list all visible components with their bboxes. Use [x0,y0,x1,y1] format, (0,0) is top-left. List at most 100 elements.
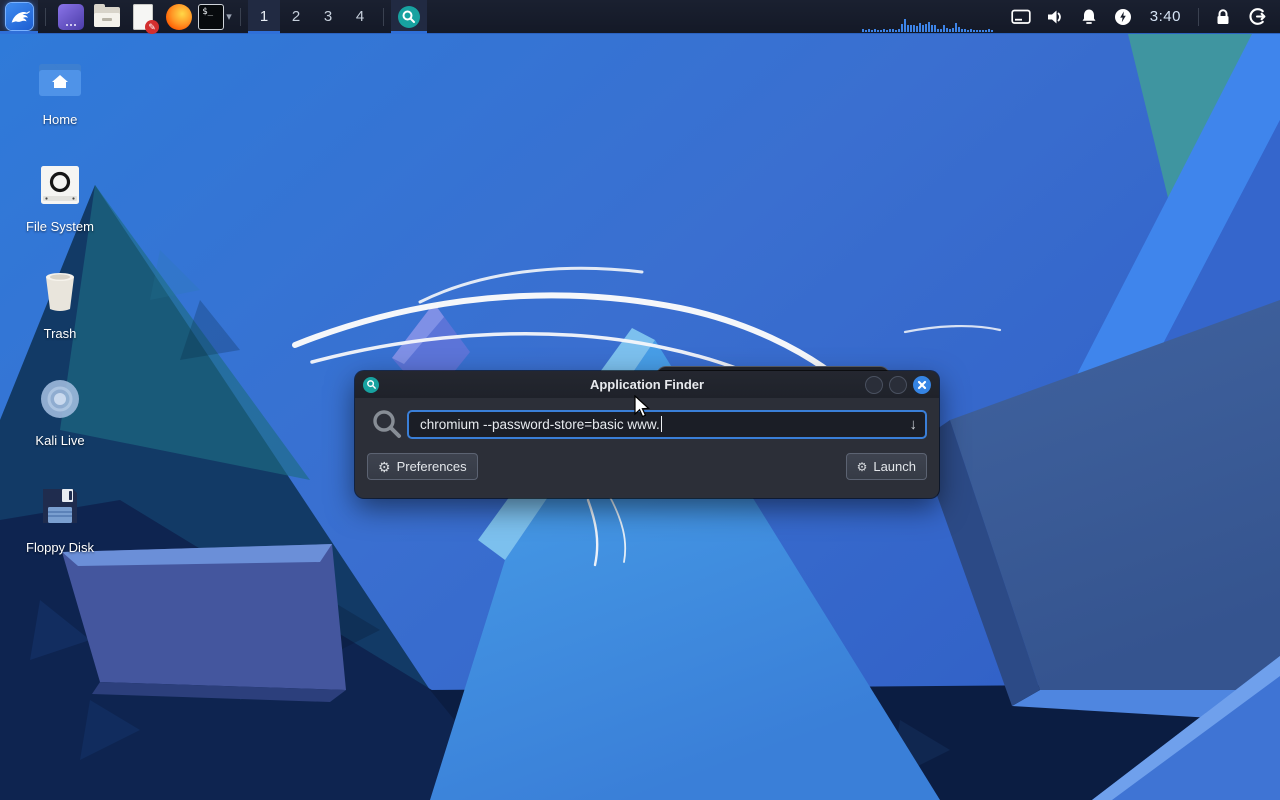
window-title: Application Finder [589,377,705,392]
cpu-graph-bar [903,19,906,32]
text-editor-icon: ✎ [133,3,159,34]
launcher-file-manager[interactable] [89,0,125,33]
cpu-graph-bar [990,30,993,32]
close-button[interactable] [913,375,931,394]
panel-separator [240,7,241,26]
optical-disc-icon [39,373,81,425]
cpu-graph-bar [897,29,900,32]
desktop-icon-label: Trash [43,326,77,341]
trash-can-icon [40,266,80,318]
workspace-2-button[interactable]: 2 [280,0,312,33]
notifications-tray-icon[interactable] [1072,0,1106,33]
cpu-graph-bar [969,29,972,32]
cpu-graph-bar [933,25,936,32]
cpu-graph-bar [939,28,942,32]
cpu-graph-bar [888,29,891,32]
appfinder-taskbar-button[interactable] [391,0,427,34]
logout-icon[interactable] [1240,0,1274,33]
cpu-graph-bar [966,29,969,32]
search-input-value: chromium --password-store=basic www. [420,416,660,432]
dropdown-arrow-icon[interactable]: ↓ [910,416,918,433]
desktop-icon-floppy-disk[interactable]: Floppy Disk [12,480,108,580]
mouse-cursor [634,395,650,418]
launcher-app-window[interactable] [53,0,89,33]
terminal-icon: $_ [198,3,225,30]
workspace-3-button[interactable]: 3 [312,0,344,33]
desktop-icon-label: File System [26,219,94,234]
cpu-graph-bar [915,26,918,32]
cpu-graph-bar [861,29,864,32]
desktop-root: ✎ $_ ▾ 1 2 3 4 3:40 Home File System Tra… [0,0,1280,800]
cpu-graph-bar [891,28,894,32]
cpu-graph-bar [909,25,912,32]
launcher-terminal[interactable]: $_ ▾ [197,0,233,33]
cpu-graph-bar [975,29,978,32]
preferences-button[interactable]: ⚙ Preferences [367,453,478,480]
home-folder-icon [37,52,83,104]
cpu-graph-bar [960,28,963,32]
launcher-text-editor[interactable]: ✎ [125,0,161,34]
volume-tray-icon[interactable] [1038,0,1072,33]
cpu-graph-bar [981,29,984,32]
cpu-graph-bar [885,29,888,32]
close-icon [917,380,927,389]
gear-icon: ⚙ [378,458,391,475]
finder-titlebar[interactable]: Application Finder [355,371,939,398]
cpu-graph-bar [918,23,921,32]
panel-separator [45,7,46,26]
desktop-icon-home[interactable]: Home [12,52,108,152]
minimize-button[interactable] [865,375,883,394]
cpu-graph-bar [972,29,975,32]
firefox-icon [166,3,192,30]
kali-menu-button[interactable] [0,0,38,34]
text-caret [660,416,662,432]
desktop-icon-label: Floppy Disk [26,540,94,555]
workspace-4-button[interactable]: 4 [344,0,376,33]
cpu-graph-bar [978,30,981,32]
cpu-graph-bar [927,21,930,32]
app-window-icon [58,3,84,30]
cpu-graph-bar [894,29,897,32]
floppy-disk-icon [40,480,80,532]
cpu-usage-graph[interactable] [861,2,994,32]
desktop-icon-kali-live[interactable]: Kali Live [12,373,108,473]
cpu-graph-bar [954,22,957,32]
cpu-graph-bar [921,24,924,32]
chevron-down-icon[interactable]: ▾ [226,10,232,23]
launcher-firefox[interactable] [161,0,197,33]
desktop-icon-file-system[interactable]: File System [12,159,108,259]
desktop-icon-label: Kali Live [35,433,85,448]
cpu-graph-bar [879,29,882,32]
cpu-graph-bar [945,28,948,32]
search-input[interactable]: chromium --password-store=basic www. ↓ [407,409,927,439]
cpu-graph-bar [873,29,876,32]
clock[interactable]: 3:40 [1140,8,1191,25]
workspace-1-button[interactable]: 1 [248,0,280,34]
cpu-graph-bar [900,23,903,32]
launch-button[interactable]: ⚙ Launch [845,453,927,480]
run-gear-icon: ⚙ [856,459,868,474]
launch-button-label: Launch [873,459,916,474]
cpu-graph-bar [876,29,879,32]
cpu-graph-bar [912,24,915,32]
kali-logo-icon [5,3,33,30]
power-manager-tray-icon[interactable] [1106,0,1140,33]
cpu-graph-bar [987,29,990,32]
panel-separator [383,7,384,26]
cpu-graph-bar [957,26,960,32]
cpu-graph-bar [867,29,870,32]
desktop-icon-trash[interactable]: Trash [12,266,108,366]
display-tray-icon[interactable] [1004,0,1038,33]
lock-icon[interactable] [1206,0,1240,33]
cpu-graph-bar [882,29,885,32]
panel-separator [1198,7,1199,26]
appfinder-icon [363,376,379,393]
cpu-graph-bar [924,23,927,32]
folder-icon [94,3,120,27]
cpu-graph-bar [930,24,933,32]
top-panel: ✎ $_ ▾ 1 2 3 4 3:40 [0,0,1280,34]
hard-drive-icon [38,159,82,211]
cpu-graph-bar [942,24,945,32]
maximize-button[interactable] [889,375,907,394]
cpu-graph-bar [864,29,867,32]
